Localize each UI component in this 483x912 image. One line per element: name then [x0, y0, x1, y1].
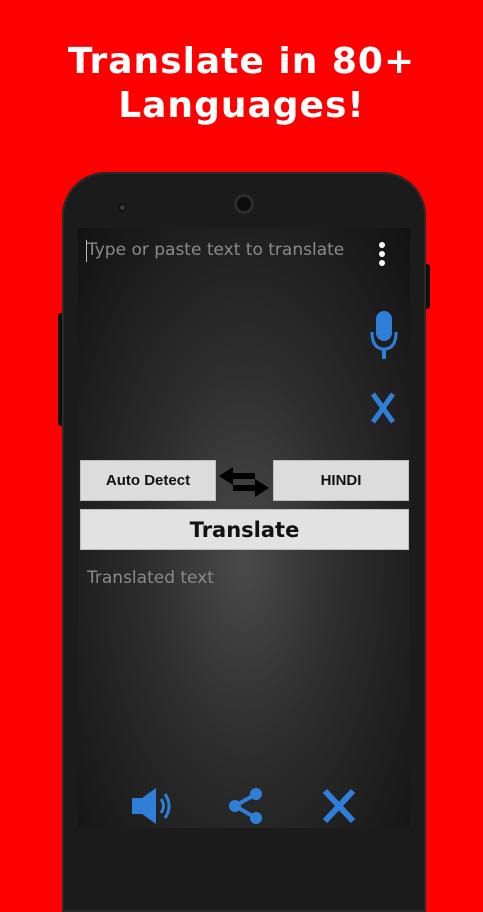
- swap-arrows-icon[interactable]: [219, 466, 271, 500]
- target-language-button[interactable]: HINDI: [273, 460, 409, 501]
- source-language-button[interactable]: Auto Detect: [80, 460, 216, 501]
- clear-input-close-icon[interactable]: [370, 391, 396, 425]
- promo-headline: Translate in 80+ Languages!: [0, 40, 483, 128]
- source-text-input[interactable]: Type or paste text to translate: [87, 240, 344, 260]
- microphone-icon[interactable]: [369, 310, 399, 360]
- clear-all-close-icon[interactable]: [322, 788, 356, 824]
- translate-button[interactable]: Translate: [80, 509, 409, 550]
- more-vert-icon[interactable]: [376, 240, 388, 274]
- phone-sensor: [118, 203, 127, 212]
- share-icon[interactable]: [226, 786, 266, 826]
- headline-line-2: Languages!: [118, 85, 365, 126]
- headline-line-1: Translate in 80+: [67, 41, 416, 82]
- speaker-icon[interactable]: [130, 786, 176, 826]
- app-screen: Type or paste text to translate Auto Det…: [78, 228, 410, 828]
- translated-text-output: Translated text: [87, 568, 214, 588]
- phone-camera: [234, 194, 254, 214]
